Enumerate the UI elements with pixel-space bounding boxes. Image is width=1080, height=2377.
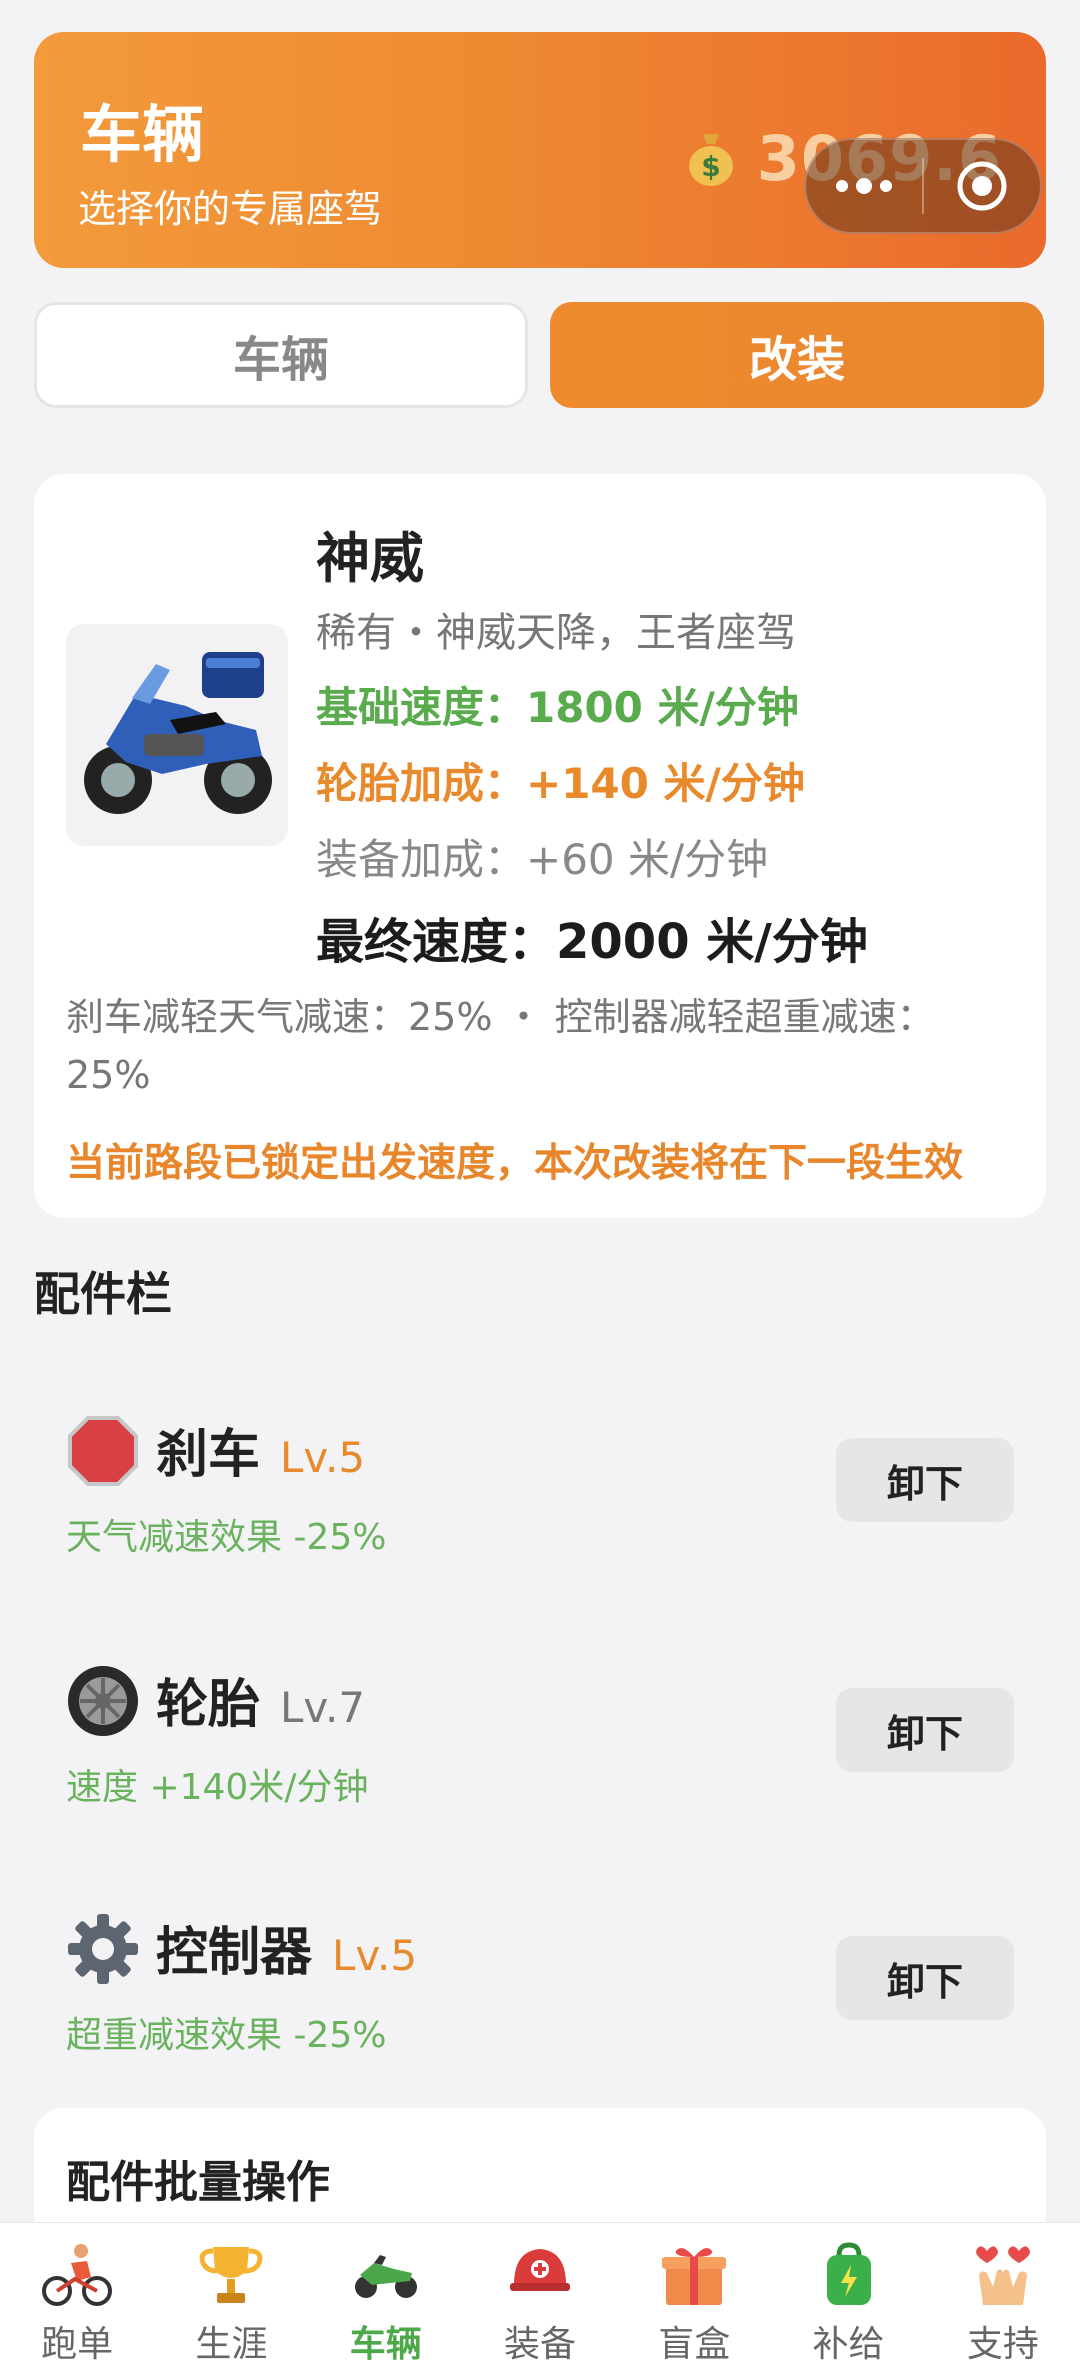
part-name: 控制器: [156, 1923, 313, 1983]
parts-section-title: 配件栏: [34, 1267, 172, 1321]
page-subtitle: 选择你的专属座驾: [78, 187, 383, 231]
dot-icon: [836, 180, 848, 192]
part-title: 轮胎 Lv.7: [156, 1662, 365, 1737]
heart-hands-icon: [975, 2246, 1030, 2305]
page-title: 车辆: [80, 98, 205, 171]
nav-label: 生涯: [195, 2324, 268, 2365]
part-tire: 轮胎 Lv.7 速度 +140米/分钟 卸下: [34, 1640, 1046, 1840]
unload-brake-button[interactable]: 卸下: [836, 1438, 1014, 1522]
nav-item-vehicle[interactable]: 车辆: [309, 2223, 463, 2377]
tire-icon: [68, 1666, 138, 1736]
final-speed: 最终速度：2000 米/分钟: [316, 914, 868, 970]
nav-item-support[interactable]: 支持: [926, 2223, 1080, 2377]
cyclist-icon: [42, 2244, 113, 2306]
nav-item-blindbox[interactable]: 盲盒: [617, 2223, 771, 2377]
bottom-nav: 跑单 生涯 车辆 装备 盲盒 补给 支持: [0, 2222, 1080, 2377]
target-icon: [957, 161, 1007, 211]
nav-item-career[interactable]: 生涯: [154, 2223, 308, 2377]
part-effect: 天气减速效果 -25%: [66, 1517, 387, 1558]
nav-label: 支持: [966, 2324, 1039, 2365]
equipment-bonus: 装备加成：+60 米/分钟: [316, 835, 769, 884]
dot-icon: [856, 178, 872, 194]
vehicle-image: [66, 624, 288, 846]
part-level: Lv.5: [280, 1433, 366, 1482]
more-menu-button[interactable]: [806, 178, 922, 194]
vehicle-name: 神威: [316, 527, 424, 590]
gift-box-icon: [662, 2248, 727, 2305]
motorcycle-icon: [354, 2255, 417, 2298]
part-brake: 刹车 Lv.5 天气减速效果 -25% 卸下: [34, 1390, 1046, 1590]
reduction-info: 刹车减轻天气减速：25% ・ 控制器减轻超重减速：25%: [66, 995, 935, 1097]
nav-item-run[interactable]: 跑单: [0, 2223, 154, 2377]
part-effect: 速度 +140米/分钟: [66, 1767, 369, 1808]
gear-icon: [68, 1914, 138, 1984]
mini-program-capsule: [804, 138, 1042, 234]
unload-tire-button[interactable]: 卸下: [836, 1688, 1014, 1772]
nav-label: 装备: [503, 2324, 576, 2365]
part-controller: 控制器 Lv.5 超重减速效果 -25% 卸下: [34, 1888, 1046, 2088]
part-name: 刹车: [156, 1425, 261, 1485]
tire-bonus: 轮胎加成：+140 米/分钟: [316, 759, 805, 808]
base-speed: 基础速度：1800 米/分钟: [316, 683, 799, 732]
stop-sign-icon: [68, 1416, 138, 1486]
unload-controller-button[interactable]: 卸下: [836, 1936, 1014, 2020]
nav-label: 跑单: [41, 2324, 114, 2365]
part-name: 轮胎: [156, 1675, 261, 1735]
part-title: 刹车 Lv.5: [156, 1412, 365, 1487]
nav-item-equipment[interactable]: 装备: [463, 2223, 617, 2377]
nav-label: 补给: [812, 2324, 885, 2365]
vehicle-description: 稀有・神威天降，王者座驾: [316, 610, 796, 656]
part-level: Lv.7: [280, 1683, 366, 1732]
batch-title: 配件批量操作: [66, 2157, 330, 2208]
close-program-button[interactable]: [924, 159, 1040, 213]
trophy-icon: [200, 2247, 263, 2303]
nav-item-supply[interactable]: 补给: [771, 2223, 925, 2377]
vehicle-card: 神威 稀有・神威天降，王者座驾 基础速度：1800 米/分钟 轮胎加成：+140…: [34, 474, 1046, 1218]
nav-label: 盲盒: [658, 2324, 731, 2365]
backpack-icon: [826, 2242, 871, 2305]
part-level: Lv.5: [332, 1931, 418, 1980]
dot-icon: [880, 180, 892, 192]
part-effect: 超重减速效果 -25%: [66, 2015, 387, 2056]
part-title: 控制器 Lv.5: [156, 1910, 417, 1985]
tab-vehicle[interactable]: 车辆: [34, 302, 528, 408]
tab-modify[interactable]: 改装: [550, 302, 1044, 408]
money-bag-icon: $: [688, 134, 733, 186]
nav-label: 车辆: [349, 2324, 422, 2365]
motorcycle-icon: [84, 652, 272, 814]
svg-text:$: $: [701, 150, 720, 183]
warning-text: 当前路段已锁定出发速度，本次改装将在下一段生效: [66, 1141, 964, 1186]
helmet-icon: [509, 2249, 570, 2291]
